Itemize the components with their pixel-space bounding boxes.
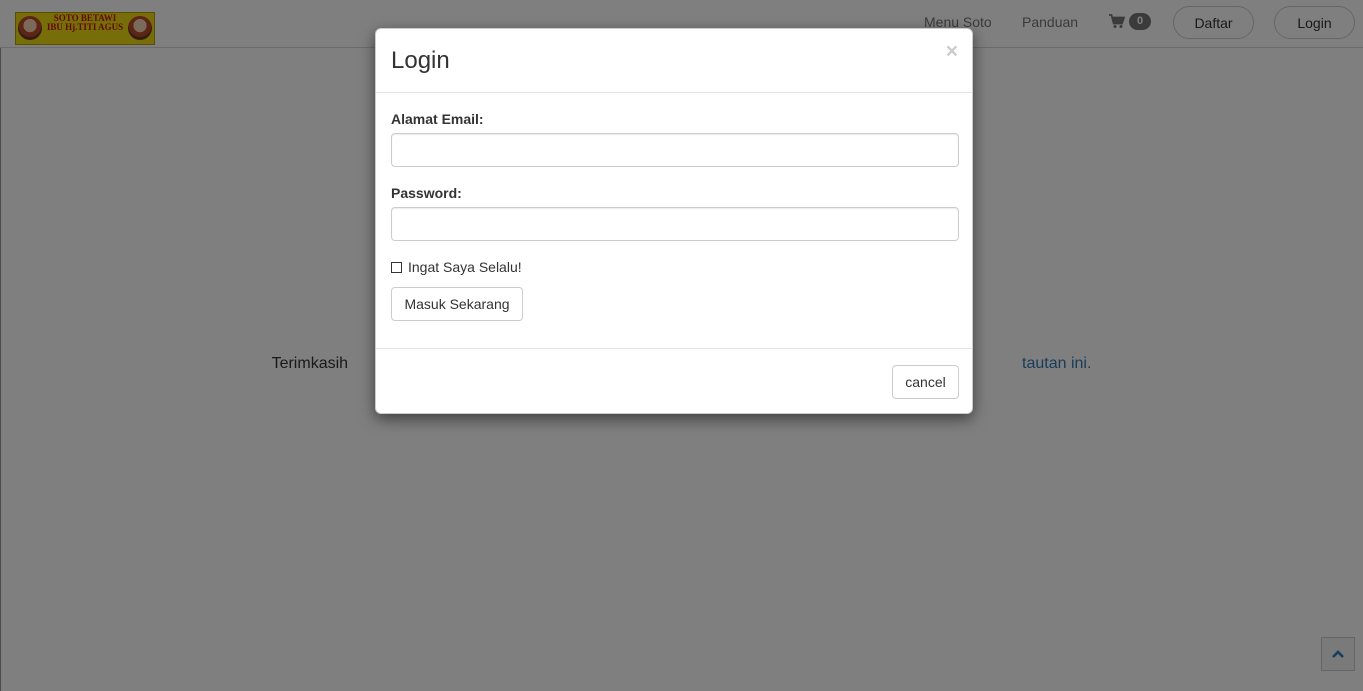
remember-me-label[interactable]: Ingat Saya Selalu! bbox=[408, 259, 522, 275]
email-label: Alamat Email: bbox=[391, 111, 484, 127]
email-field[interactable] bbox=[391, 133, 959, 167]
close-icon[interactable]: × bbox=[946, 41, 958, 62]
submit-login-button[interactable]: Masuk Sekarang bbox=[391, 287, 523, 321]
modal-body: Alamat Email: Password: Ingat Saya Selal… bbox=[376, 93, 972, 349]
remember-me-row: Ingat Saya Selalu! bbox=[391, 259, 522, 275]
login-modal: Login × Alamat Email: Password: Ingat Sa… bbox=[375, 28, 973, 414]
password-field[interactable] bbox=[391, 207, 959, 241]
password-label: Password: bbox=[391, 185, 462, 201]
remember-me-checkbox[interactable] bbox=[391, 261, 402, 273]
cancel-button[interactable]: cancel bbox=[892, 365, 959, 399]
modal-header: Login × bbox=[376, 29, 972, 93]
modal-title: Login bbox=[391, 47, 450, 74]
